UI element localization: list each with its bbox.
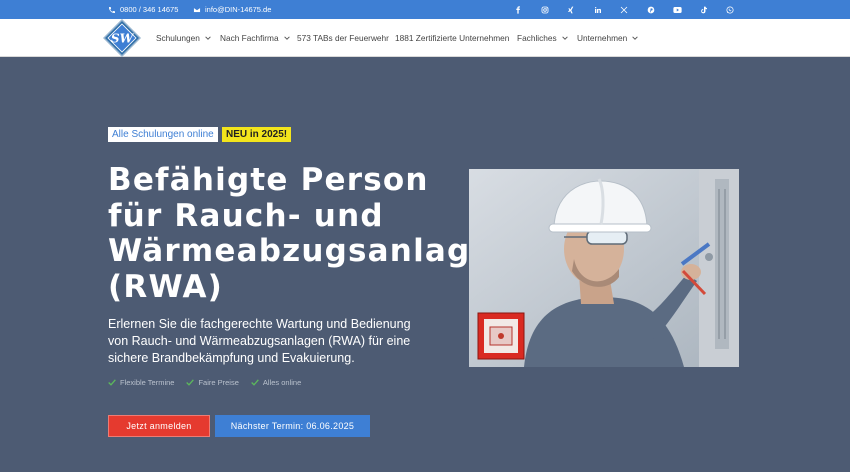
logo[interactable]: SW [102, 18, 142, 58]
badge-new-2025: NEU in 2025! [222, 127, 292, 142]
feature-list: Flexible Termine Faire Preise Alles onli… [108, 377, 313, 387]
phone-icon [109, 6, 115, 13]
phone-number[interactable]: 0800 / 346 14675 [120, 5, 178, 14]
checkmark-icon [186, 378, 195, 386]
hero-image-technician [469, 169, 739, 367]
technician-illustration [469, 169, 739, 367]
top-bar: 0800 / 346 14675 info@DIN-14675.de [0, 0, 850, 19]
hero-title-line: für Rauch- und [108, 197, 384, 234]
main-navigation: SW Schulungen Nach Fachfirma 573 TABs de… [0, 18, 850, 58]
youtube-icon[interactable] [664, 0, 691, 19]
nav-item-fachliches[interactable]: Fachliches [517, 19, 568, 57]
mail-icon [193, 6, 201, 13]
hero-title-line: (RWA) [108, 268, 223, 305]
feature-label: Flexible Termine [120, 377, 175, 387]
badge-all-online[interactable]: Alle Schulungen online [108, 127, 218, 142]
nav-item-unternehmen[interactable]: Unternehmen [577, 19, 639, 57]
feature-label: Alles online [262, 377, 302, 387]
feature-item: Alles online [251, 378, 301, 387]
email-contact[interactable]: info@DIN-14675.de [193, 0, 271, 19]
feature-item: Faire Preise [186, 377, 239, 387]
feature-label: Faire Preise [198, 377, 239, 387]
hero-title-line: Wärmeabzugsanlagen [108, 233, 516, 269]
register-button[interactable]: Jetzt anmelden [108, 415, 210, 437]
x-icon[interactable] [611, 0, 638, 19]
whatsapp-icon[interactable] [717, 0, 744, 19]
nav-item-label: Unternehmen [577, 33, 628, 43]
sw-logo-icon: SW [102, 18, 142, 58]
nav-item-label: 573 TABs der Feuerwehr [297, 33, 389, 43]
nav-item-label: Fachliches [517, 33, 557, 43]
nav-item-schulungen[interactable]: Schulungen [156, 19, 211, 57]
chevron-down-icon [561, 36, 568, 40]
facebook-icon[interactable] [505, 0, 532, 19]
chevron-down-icon [632, 36, 639, 40]
hero-subtitle: Erlernen Sie die fachgerechte Wartung un… [108, 317, 411, 365]
next-date-button[interactable]: Nächster Termin: 06.06.2025 [215, 415, 370, 437]
social-links [505, 0, 744, 19]
instagram-icon[interactable] [532, 0, 559, 19]
nav-item-label: Schulungen [156, 33, 200, 43]
nav-item-tabs-feuerwehr[interactable]: 573 TABs der Feuerwehr [297, 19, 389, 57]
nav-item-label: Nach Fachfirma [220, 33, 279, 43]
chevron-down-icon [205, 36, 211, 40]
feature-item: Flexible Termine [108, 378, 174, 387]
xing-icon[interactable] [558, 0, 585, 19]
checkmark-icon [108, 378, 116, 386]
chevron-down-icon [283, 36, 290, 40]
checkmark-icon [251, 378, 259, 386]
logo-text: SW [111, 32, 135, 46]
hero-title-line: Befähigte Person [108, 162, 429, 198]
nav-item-zertifizierte-unternehmen[interactable]: 1881 Zertifizierte Unternehmen [395, 19, 509, 57]
tiktok-icon[interactable] [691, 0, 718, 19]
nav-item-label: 1881 Zertifizierte Unternehmen [395, 33, 510, 43]
pinterest-icon[interactable] [638, 0, 665, 19]
phone-contact[interactable]: 0800 / 346 14675 [108, 0, 178, 19]
hero-title: Befähigte Person für Rauch- und Wärmeabz… [108, 162, 516, 305]
linkedin-icon[interactable] [585, 0, 612, 19]
nav-item-nach-fachfirma[interactable]: Nach Fachfirma [220, 19, 290, 57]
email-address[interactable]: info@DIN-14675.de [205, 5, 271, 14]
